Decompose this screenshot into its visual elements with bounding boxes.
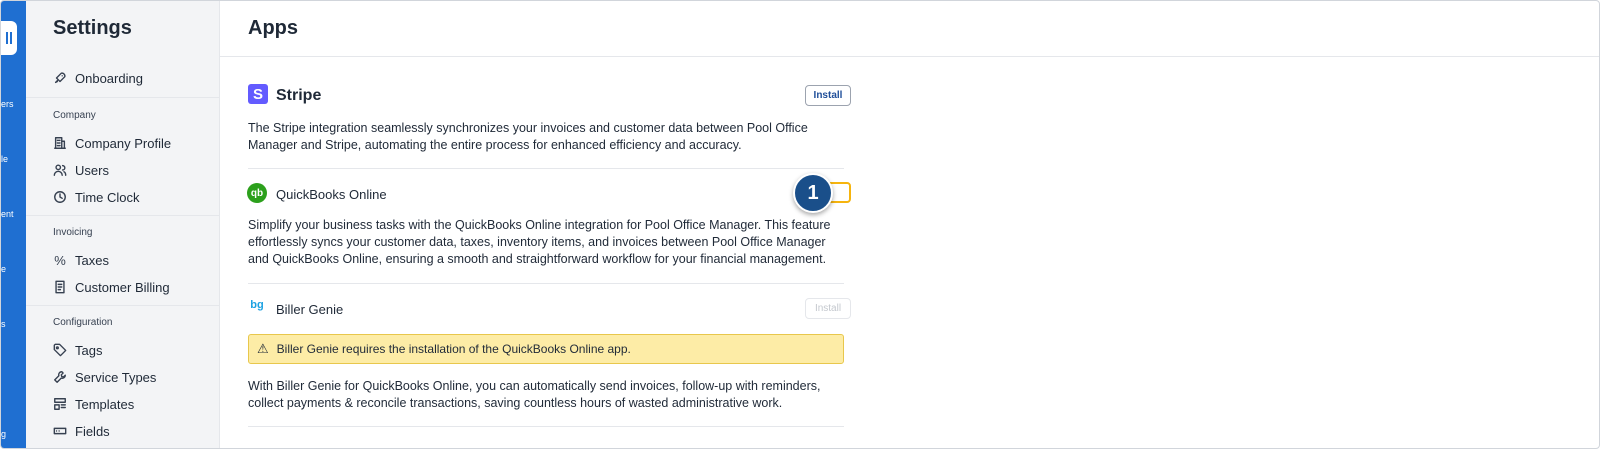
rail-item-label[interactable]: e bbox=[1, 264, 6, 274]
divider bbox=[248, 283, 844, 284]
app-description-biller-genie: With Biller Genie for QuickBooks Online,… bbox=[248, 379, 821, 410]
document-icon bbox=[55, 280, 65, 294]
percent-icon: % bbox=[54, 252, 66, 268]
sidebar-item-users[interactable]: Users bbox=[53, 160, 109, 180]
app-description-quickbooks: Simplify your business tasks with the Qu… bbox=[248, 218, 831, 266]
sidebar-item-label: Onboarding bbox=[75, 70, 143, 86]
sidebar-section-company: Company bbox=[53, 110, 96, 121]
app-window: ers le ent e s g Settings Onboarding Com… bbox=[0, 0, 1600, 449]
settings-sidebar: Settings Onboarding Company Company Prof… bbox=[26, 1, 220, 448]
rail-item-label[interactable]: s bbox=[1, 319, 6, 329]
biller-genie-logo-icon: bg bbox=[250, 299, 264, 311]
app-description-stripe: The Stripe integration seamlessly synchr… bbox=[248, 121, 808, 152]
sidebar-section-configuration: Configuration bbox=[53, 317, 113, 328]
rail-item-label[interactable]: ent bbox=[1, 209, 14, 219]
sidebar-item-taxes[interactable]: % Taxes bbox=[53, 250, 109, 270]
rail-item-label[interactable]: ers bbox=[1, 99, 14, 109]
sidebar-item-service-types[interactable]: Service Types bbox=[53, 367, 156, 387]
sidebar-item-label: Service Types bbox=[75, 369, 157, 385]
app-name-stripe: Stripe bbox=[276, 87, 322, 104]
sidebar-item-label: Templates bbox=[75, 396, 135, 412]
template-icon bbox=[54, 398, 66, 410]
users-icon bbox=[53, 164, 67, 176]
sidebar-item-label: Taxes bbox=[75, 252, 109, 268]
rocket-icon bbox=[54, 72, 66, 84]
divider bbox=[26, 305, 220, 306]
quickbooks-logo-icon: qb bbox=[247, 183, 267, 203]
sidebar-item-fields[interactable]: Fields bbox=[53, 421, 110, 441]
sidebar-item-company-profile[interactable]: Company Profile bbox=[53, 133, 171, 153]
page-header: Apps bbox=[220, 1, 1599, 57]
main-content: Apps S Stripe Install The Stripe integra… bbox=[220, 1, 1599, 448]
warning-triangle-icon: ⚠ bbox=[257, 341, 269, 356]
install-stripe-button[interactable]: Install bbox=[805, 85, 851, 106]
divider bbox=[26, 97, 220, 98]
divider bbox=[248, 426, 844, 427]
wrench-icon bbox=[54, 371, 66, 383]
divider bbox=[26, 215, 220, 216]
install-biller-genie-button[interactable]: Install bbox=[805, 298, 851, 319]
sidebar-item-label: Customer Billing bbox=[75, 279, 170, 295]
app-logo[interactable] bbox=[1, 21, 17, 55]
sidebar-item-onboarding[interactable]: Onboarding bbox=[53, 68, 143, 88]
rail-item-label[interactable]: le bbox=[1, 154, 8, 164]
step-number-badge: 1 bbox=[793, 173, 833, 213]
sidebar-item-time-clock[interactable]: Time Clock bbox=[53, 187, 140, 207]
page-title: Apps bbox=[248, 17, 298, 39]
building-icon bbox=[54, 137, 66, 149]
sidebar-item-label: Tags bbox=[75, 342, 103, 358]
divider bbox=[248, 168, 844, 169]
sidebar-item-label: Time Clock bbox=[75, 189, 140, 205]
app-name-quickbooks: QuickBooks Online bbox=[276, 187, 387, 202]
main-nav-rail: ers le ent e s g bbox=[1, 1, 26, 448]
rail-item-label[interactable]: g bbox=[1, 429, 6, 439]
input-field-icon bbox=[53, 427, 67, 435]
sidebar-item-label: Users bbox=[75, 162, 109, 178]
sidebar-section-invoicing: Invoicing bbox=[53, 227, 93, 238]
sidebar-item-templates[interactable]: Templates bbox=[53, 394, 134, 414]
warning-banner: ⚠ Biller Genie requires the installation… bbox=[248, 334, 844, 364]
sidebar-title: Settings bbox=[53, 17, 132, 39]
sidebar-item-label: Fields bbox=[75, 423, 110, 439]
sidebar-item-customer-billing[interactable]: Customer Billing bbox=[53, 277, 170, 297]
tag-icon bbox=[53, 343, 67, 357]
sidebar-item-tags[interactable]: Tags bbox=[53, 340, 102, 360]
stripe-logo-icon: S bbox=[248, 84, 268, 104]
app-name-biller-genie: Biller Genie bbox=[276, 302, 344, 317]
warning-text: Biller Genie requires the installation o… bbox=[276, 342, 631, 356]
sidebar-item-label: Company Profile bbox=[75, 135, 172, 151]
clock-icon bbox=[54, 191, 66, 203]
